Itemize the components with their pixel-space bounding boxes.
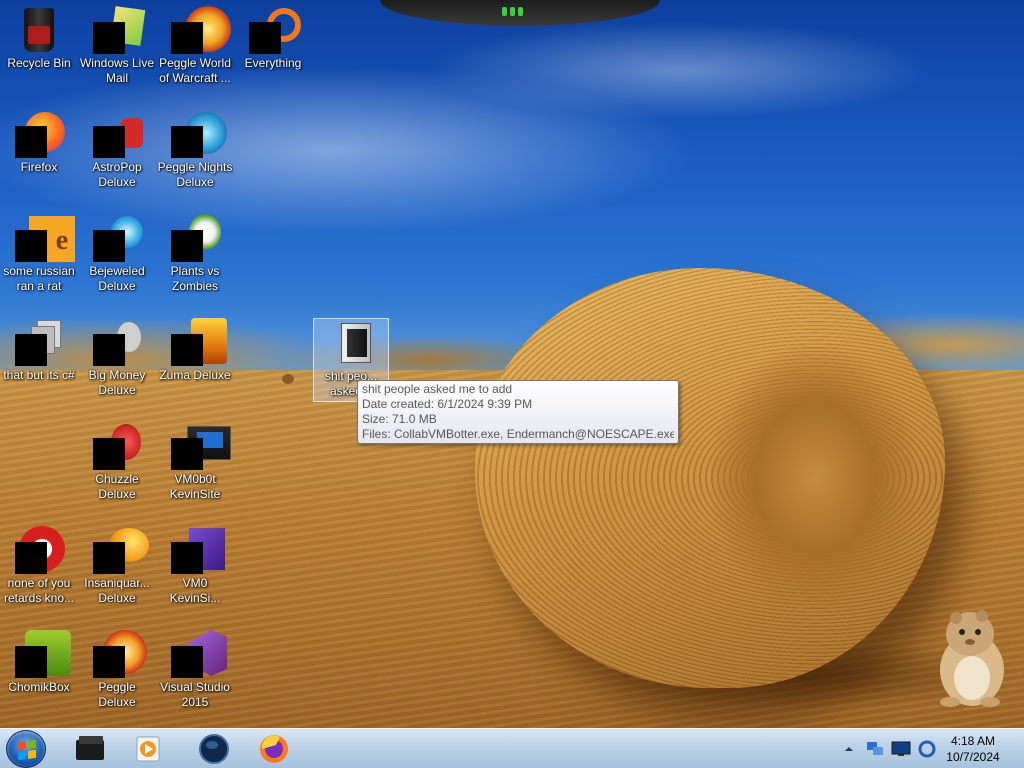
desktop-icon-some-russian[interactable]: e some russian ran a rat	[1, 214, 77, 294]
system-tray	[842, 729, 938, 768]
firefox-icon	[15, 110, 65, 158]
taskbar-terminal-button[interactable]	[60, 731, 120, 767]
ie-icon: e	[15, 214, 75, 262]
taskbar-globe-button[interactable]	[184, 731, 244, 767]
desktop-icon-label: Insaniquar... Deluxe	[84, 576, 150, 605]
taskbar-clock[interactable]: 4:18 AM 10/7/2024	[930, 733, 1016, 765]
visual-studio-icon	[171, 630, 227, 678]
peggle-icon	[93, 630, 147, 678]
desktop-icon-label: Bejeweled Deluxe	[89, 264, 145, 293]
desktop-icon-label: that but its c#	[3, 368, 75, 382]
bejeweled-icon	[93, 214, 143, 262]
everything-search-icon	[249, 6, 301, 54]
taskbar-firefox-button[interactable]	[244, 731, 304, 767]
globe-icon	[199, 734, 229, 764]
tooltip-title: shit people asked me to add	[362, 382, 513, 396]
desktop-icon-vm0b0t[interactable]: VM0b0t KevinSite	[157, 422, 233, 502]
wallpaper-distant-bale	[282, 374, 294, 384]
network-icon[interactable]	[864, 739, 886, 759]
gadget-indicator-icon	[500, 7, 524, 17]
clock-time: 4:18 AM	[950, 734, 996, 748]
hamster-desktop-pet[interactable]	[930, 604, 1010, 708]
vm0-icon	[171, 526, 225, 574]
desktop-icon-that-but-its-csharp[interactable]: that but its c#	[1, 318, 77, 383]
desktop-icon-label: some russian ran a rat	[3, 264, 75, 293]
recycle-bin-icon	[15, 6, 63, 54]
folder-icon	[327, 319, 375, 367]
show-hidden-icons-chevron[interactable]	[842, 742, 856, 756]
desktop-icon-zuma[interactable]: Zuma Deluxe	[157, 318, 233, 383]
desktop-icon-everything[interactable]: Everything	[235, 6, 311, 71]
desktop-icon-label: VM0b0t KevinSite	[169, 472, 221, 501]
chomikbox-icon	[15, 630, 71, 678]
folder-tooltip: shit people asked me to add Date created…	[357, 380, 679, 444]
desktop-icon-chomikbox[interactable]: ChomikBox	[1, 630, 77, 695]
zuma-icon	[171, 318, 227, 366]
insaniquarium-icon	[93, 526, 149, 574]
opera-icon	[15, 526, 65, 574]
chuzzle-icon	[93, 422, 141, 470]
desktop-icon-label: Peggle Nights Deluxe	[157, 160, 233, 189]
peggle-nights-icon	[171, 110, 227, 158]
clock-date: 10/7/2024	[946, 750, 1000, 764]
wallpaper-hay-bale	[475, 268, 945, 688]
desktop-icon-label: Big Money Deluxe	[88, 368, 146, 397]
desktop-icon-none-of-you[interactable]: none of you retards kno...	[1, 526, 77, 606]
desktop-icon-label: Plants vs Zombies	[170, 264, 220, 293]
desktop-icon-peggle-nights[interactable]: Peggle Nights Deluxe	[157, 110, 233, 190]
peggle-wow-icon	[171, 6, 231, 54]
desktop-icon-big-money[interactable]: Big Money Deluxe	[79, 318, 155, 398]
shortcut-icon	[15, 318, 63, 366]
taskbar: 4:18 AM 10/7/2024	[0, 728, 1024, 768]
plants-vs-zombies-icon	[171, 214, 221, 262]
desktop-icon-label: Everything	[244, 56, 302, 70]
desktop-icon-label: Peggle Deluxe	[98, 680, 136, 709]
taskbar-media-player-button[interactable]	[118, 731, 178, 767]
astropop-icon	[93, 110, 143, 158]
desktop-icon-label: Peggle World of Warcraft ...	[159, 56, 231, 85]
desktop-icon-label: Zuma Deluxe	[159, 368, 231, 382]
desktop-icon-bejeweled[interactable]: Bejeweled Deluxe	[79, 214, 155, 294]
firefox-icon	[260, 735, 288, 763]
desktop-icon-label: Windows Live Mail	[79, 56, 155, 85]
desktop-icon-peggle-wow[interactable]: Peggle World of Warcraft ...	[157, 6, 233, 86]
desktop-icon-peggle-deluxe[interactable]: Peggle Deluxe	[79, 630, 155, 710]
desktop-icon-label: AstroPop Deluxe	[92, 160, 142, 189]
desktop-icon-chuzzle[interactable]: Chuzzle Deluxe	[79, 422, 155, 502]
desktop-icon-astropop[interactable]: AstroPop Deluxe	[79, 110, 155, 190]
big-money-icon	[93, 318, 141, 366]
desktop-icon-plants-vs-zombies[interactable]: Plants vs Zombies	[157, 214, 233, 294]
tooltip-date-created: Date created: 6/1/2024 9:39 PM	[362, 397, 533, 411]
desktop-icon-windows-live-mail[interactable]: Windows Live Mail	[79, 6, 155, 86]
desktop-icon-insaniquarium[interactable]: Insaniquar... Deluxe	[79, 526, 155, 606]
terminal-icon	[76, 736, 104, 760]
desktop-icon-label: none of you retards kno...	[3, 576, 75, 605]
desktop-icon-vm0[interactable]: VM0 KevinSi...	[157, 526, 233, 606]
mail-icon	[93, 6, 146, 54]
media-player-icon	[136, 736, 160, 762]
desktop-icon-label: Chuzzle Deluxe	[95, 472, 139, 501]
monitor-icon[interactable]	[890, 739, 912, 759]
desktop-icon-visual-studio[interactable]: Visual Studio 2015	[157, 630, 233, 710]
desktop-icon-label: Firefox	[20, 160, 58, 174]
desktop-icon-label: Visual Studio 2015	[160, 680, 230, 709]
vm0b0t-icon	[171, 422, 231, 470]
tooltip-size: Size: 71.0 MB	[362, 412, 437, 426]
desktop-icon-firefox[interactable]: Firefox	[1, 110, 77, 175]
start-orb-icon[interactable]	[6, 730, 46, 768]
desktop-icon-label: Recycle Bin	[7, 56, 71, 70]
desktop-icon-recycle-bin[interactable]: Recycle Bin	[1, 6, 77, 71]
tooltip-files: Files: CollabVMBotter.exe, Endermanch@NO…	[362, 427, 674, 441]
desktop-icon-label: ChomikBox	[8, 680, 70, 694]
desktop-icon-label: VM0 KevinSi...	[169, 576, 221, 605]
